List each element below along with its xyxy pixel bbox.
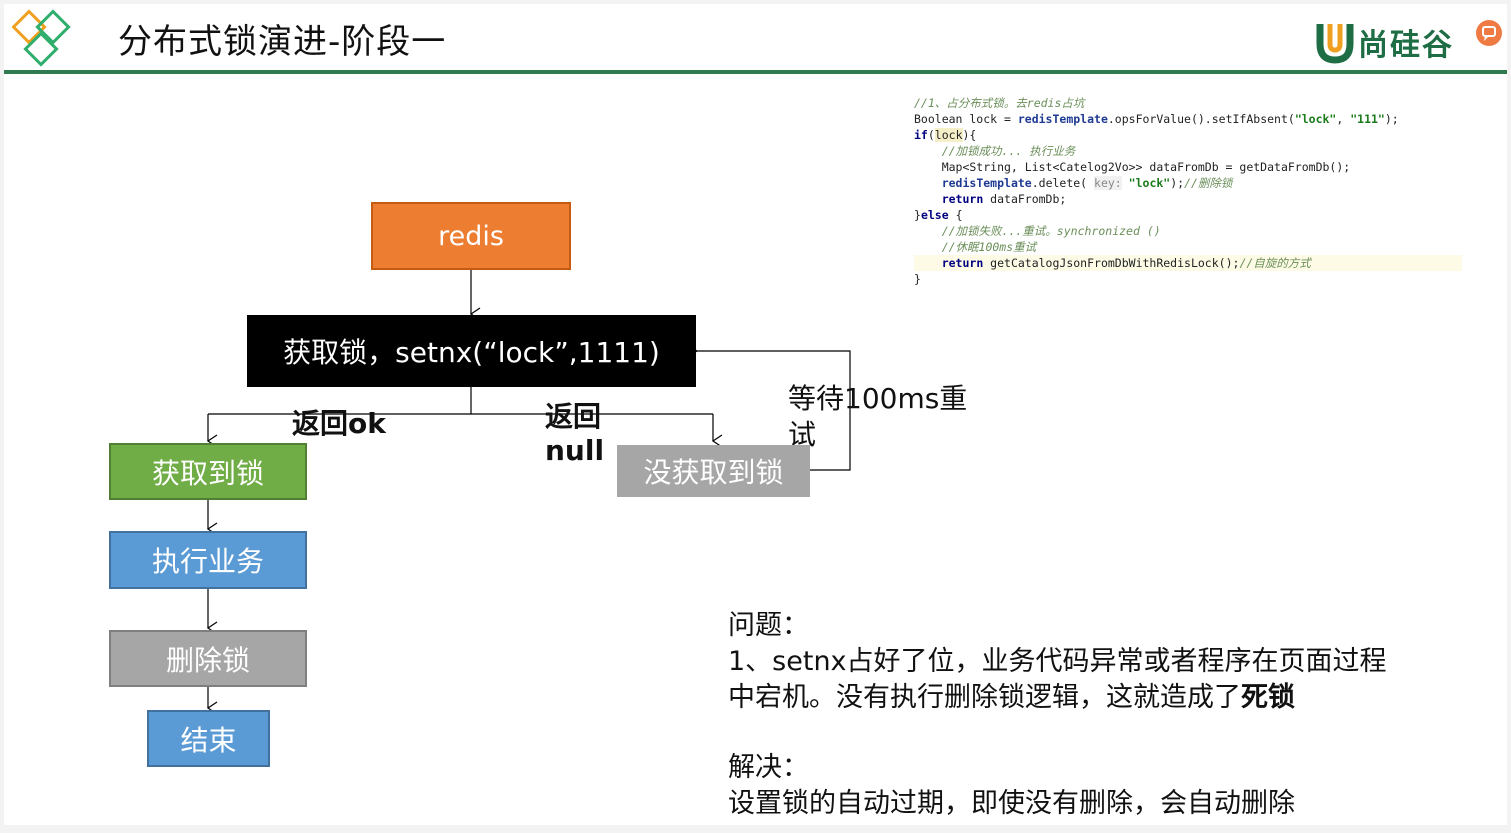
no-lock-node: 没获取到锁 bbox=[617, 445, 810, 497]
return-null-line-1: 返回 bbox=[545, 400, 602, 433]
solution-line: 设置锁的自动过期，即使没有删除，会自动删除 bbox=[728, 788, 1295, 819]
execute-node: 执行业务 bbox=[109, 531, 307, 589]
code-line-5: Map<String, List<Catelog2Vo>> dataFromDb… bbox=[914, 160, 1351, 174]
solution-heading: 解决： bbox=[728, 752, 809, 783]
notes-spacer bbox=[728, 716, 1387, 750]
delete-lock-node: 删除锁 bbox=[109, 630, 307, 687]
code-line-12: } bbox=[914, 272, 921, 286]
code-line-3: if(lock){ bbox=[914, 128, 977, 142]
arrow-to-got-lock bbox=[208, 413, 713, 441]
got-lock-label: 获取到锁 bbox=[151, 456, 264, 490]
return-null-label: 返回 null bbox=[545, 400, 604, 468]
slide: 分布式锁演进-阶段一 尚硅谷 redis 获取锁，setnx(“lock”,11… bbox=[4, 4, 1507, 825]
notes-block: 问题： 1、setnx占好了位，业务代码异常或者程序在页面过程 中宕机。没有执行… bbox=[728, 608, 1387, 822]
problem-line-2: 中宕机。没有执行删除锁逻辑，这就造成了死锁 bbox=[728, 680, 1387, 716]
code-line-2: Boolean lock = redisTemplate.opsForValue… bbox=[914, 112, 1399, 126]
execute-label: 执行业务 bbox=[151, 545, 264, 578]
code-line-10: //休眠100ms重试 bbox=[914, 240, 1037, 254]
acquire-lock-node: 获取锁，setnx(“lock”,1111) bbox=[247, 315, 696, 387]
code-line-6: redisTemplate.delete( key: "lock");//删除锁 bbox=[941, 176, 1233, 190]
code-line-9: //加锁失败...重试。synchronized () bbox=[914, 224, 1161, 238]
retry-line-1: 等待100ms重 bbox=[788, 382, 968, 415]
no-lock-label: 没获取到锁 bbox=[643, 456, 784, 489]
retry-line-2: 试 bbox=[788, 418, 817, 451]
code-line-4: //加锁成功... 执行业务 bbox=[914, 144, 1076, 158]
acquire-lock-label: 获取锁，setnx(“lock”,1111) bbox=[283, 336, 660, 369]
redis-node: redis bbox=[371, 202, 571, 270]
end-node: 结束 bbox=[147, 710, 270, 767]
code-snippet: //1、占分布式锁。去redis占坑 Boolean lock = redisT… bbox=[914, 95, 1462, 287]
code-line-1: //1、占分布式锁。去redis占坑 bbox=[914, 96, 1085, 110]
redis-node-label: redis bbox=[438, 220, 504, 252]
got-lock-node: 获取到锁 bbox=[109, 443, 307, 500]
delete-lock-label: 删除锁 bbox=[165, 643, 250, 677]
problem-line-1: 1、setnx占好了位，业务代码异常或者程序在页面过程 bbox=[728, 646, 1387, 677]
code-line-7: return dataFromDb; bbox=[941, 192, 1067, 206]
retry-label: 等待100ms重 试 bbox=[788, 381, 967, 453]
end-label: 结束 bbox=[180, 723, 237, 757]
code-line-11: return getCatalogJsonFromDbWithRedisLock… bbox=[914, 255, 1462, 271]
problem-line-2-text: 中宕机。没有执行删除锁逻辑，这就造成了 bbox=[728, 682, 1241, 713]
return-null-line-2: null bbox=[545, 434, 605, 467]
deadlock-emphasis: 死锁 bbox=[1241, 682, 1295, 713]
code-line-8: }else { bbox=[914, 208, 963, 222]
problem-heading: 问题： bbox=[728, 610, 809, 641]
return-ok-label: 返回ok bbox=[292, 407, 386, 440]
